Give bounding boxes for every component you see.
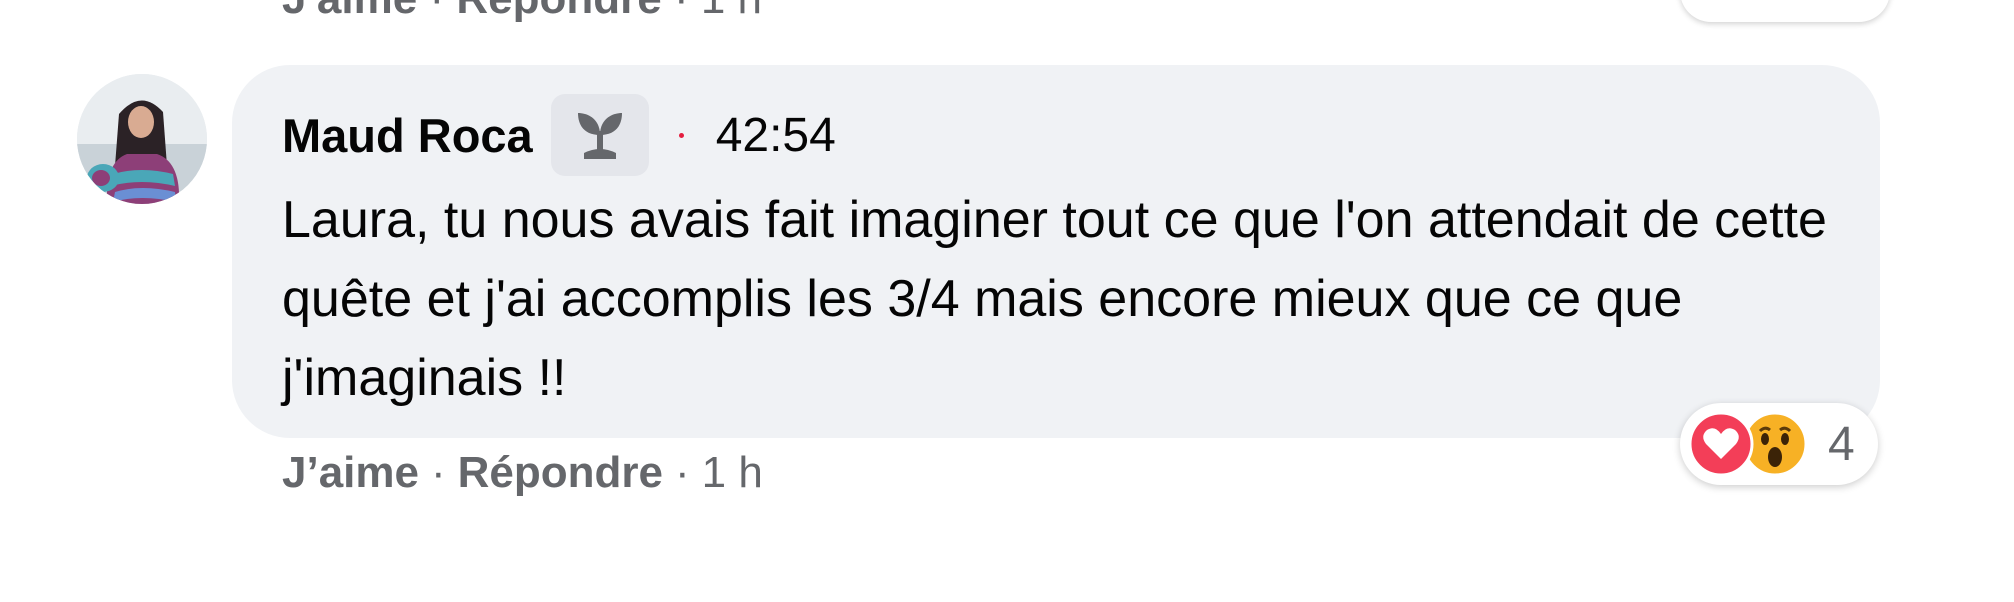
previous-like-link[interactable]: J'aime: [282, 0, 417, 23]
separator-dot: [678, 132, 684, 138]
comment-text: Laura, tu nous avais fait imaginer tout …: [282, 191, 1827, 407]
love-reaction-icon: [1688, 411, 1754, 477]
reaction-count: 4: [1828, 418, 1855, 471]
comment-age[interactable]: 1 h: [702, 448, 763, 498]
action-separator: ·: [430, 448, 446, 497]
previous-reactions-pill[interactable]: [1680, 0, 1890, 22]
action-separator-2: ·: [675, 448, 690, 497]
comment-header: Maud Roca 42:54: [282, 93, 836, 177]
previous-reply-link[interactable]: Répondre: [456, 0, 661, 23]
avatar-photo: [77, 74, 207, 204]
comment-actions: J’aime · Répondre · 1 h: [282, 448, 763, 498]
reactions-summary[interactable]: 4: [1680, 403, 1878, 485]
like-link[interactable]: J’aime: [282, 448, 419, 498]
comment-bubble: Maud Roca 42:54 Laura, tu nous avais fai…: [232, 65, 1880, 438]
previous-separator: ·: [429, 0, 444, 23]
comment-timestamp[interactable]: 42:54: [716, 108, 836, 163]
comment-thread: J'aime · Répondre · 1 h Maud Roca: [0, 0, 2014, 602]
previous-separator-2: ·: [674, 0, 689, 23]
avatar[interactable]: [77, 74, 207, 204]
reply-link[interactable]: Répondre: [458, 448, 663, 498]
previous-comment-age: 1 h: [701, 0, 762, 23]
sprout-icon[interactable]: [550, 94, 649, 176]
author-name[interactable]: Maud Roca: [282, 108, 533, 163]
previous-comment-actions: J'aime · Répondre · 1 h: [282, 0, 762, 24]
